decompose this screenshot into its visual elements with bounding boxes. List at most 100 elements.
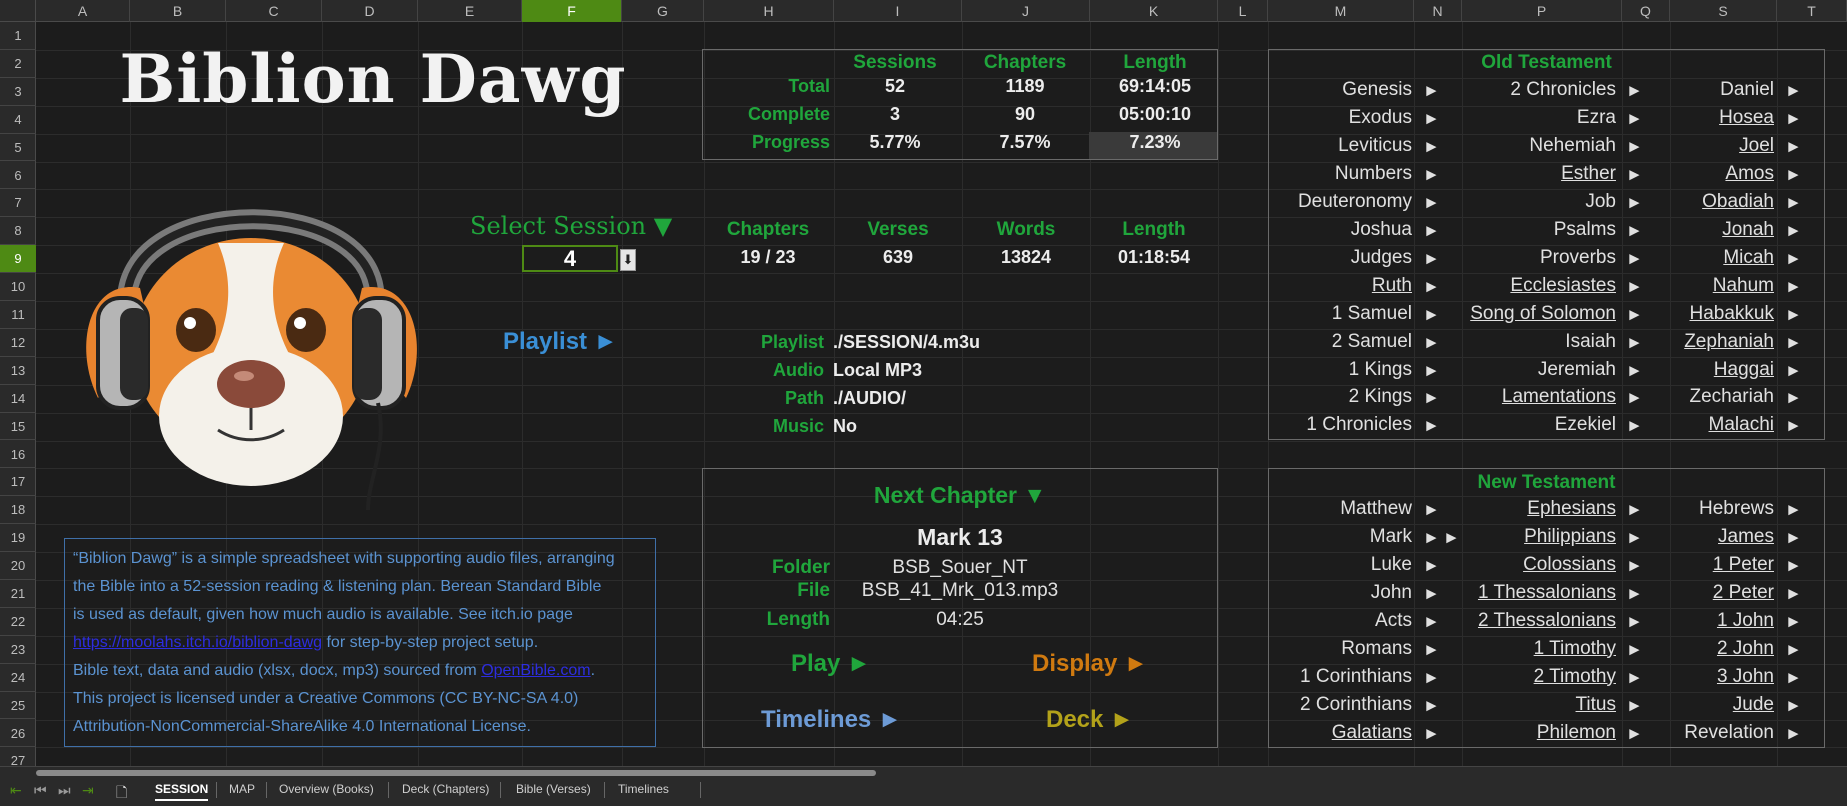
column-header-q[interactable]: Q: [1622, 0, 1670, 22]
play-arrow-icon[interactable]: ►: [1785, 221, 1802, 241]
play-arrow-icon[interactable]: ►: [1785, 277, 1802, 297]
play-arrow-icon[interactable]: ►: [1423, 109, 1440, 129]
book-link[interactable]: Ecclesiastes: [1440, 275, 1616, 297]
sheet-tab-session[interactable]: SESSION: [155, 782, 209, 801]
play-arrow-icon[interactable]: ►: [1626, 249, 1643, 269]
book-link[interactable]: Hosea: [1648, 107, 1774, 129]
deck-button[interactable]: Deck ►: [1046, 706, 1134, 734]
book-link[interactable]: Hebrews: [1648, 498, 1774, 520]
book-link[interactable]: 1 Chronicles: [1280, 414, 1412, 436]
row-header-21[interactable]: 21: [0, 580, 36, 608]
row-header-24[interactable]: 24: [0, 664, 36, 692]
row-header-23[interactable]: 23: [0, 636, 36, 664]
play-arrow-icon[interactable]: ►: [1785, 416, 1802, 436]
playlist-link[interactable]: Playlist ►: [503, 328, 617, 356]
row-header-2[interactable]: 2: [0, 50, 36, 78]
book-link[interactable]: Song of Solomon: [1440, 303, 1616, 325]
play-arrow-icon[interactable]: ►: [1423, 165, 1440, 185]
session-select-cell[interactable]: 4: [522, 245, 618, 272]
book-link[interactable]: Obadiah: [1648, 191, 1774, 213]
play-arrow-icon[interactable]: ►: [1423, 361, 1440, 381]
book-link[interactable]: 1 Kings: [1280, 359, 1412, 381]
column-header-d[interactable]: D: [322, 0, 418, 22]
row-header-7[interactable]: 7: [0, 189, 36, 218]
column-header-j[interactable]: J: [962, 0, 1090, 22]
prev-sheet-icon[interactable]: ⏮: [34, 782, 47, 799]
book-link[interactable]: Jeremiah: [1440, 359, 1616, 381]
play-arrow-icon[interactable]: ►: [1626, 193, 1643, 213]
column-header-a[interactable]: A: [36, 0, 130, 22]
book-link[interactable]: 1 Samuel: [1280, 303, 1412, 325]
play-arrow-icon[interactable]: ►: [1423, 556, 1440, 576]
play-arrow-icon[interactable]: ►: [1423, 221, 1440, 241]
row-header-5[interactable]: 5: [0, 134, 36, 162]
book-link[interactable]: 2 Samuel: [1280, 331, 1412, 353]
play-arrow-icon[interactable]: ►: [1423, 584, 1440, 604]
book-link[interactable]: Jude: [1648, 694, 1774, 716]
first-sheet-icon[interactable]: ⇤: [10, 782, 22, 799]
book-link[interactable]: Titus: [1440, 694, 1616, 716]
sheet-tab-map[interactable]: MAP: [229, 782, 255, 796]
sheet-tab-deck-chapters[interactable]: Deck (Chapters): [402, 782, 489, 796]
play-arrow-icon[interactable]: ►: [1785, 388, 1802, 408]
play-arrow-icon[interactable]: ►: [1785, 137, 1802, 157]
book-link[interactable]: 1 Peter: [1648, 554, 1774, 576]
play-arrow-icon[interactable]: ►: [1423, 724, 1440, 744]
play-arrow-icon[interactable]: ►: [1785, 193, 1802, 213]
play-arrow-icon[interactable]: ►: [1626, 612, 1643, 632]
book-link[interactable]: Numbers: [1280, 163, 1412, 185]
dropdown-arrow-icon[interactable]: ⬇: [620, 249, 636, 271]
row-header-20[interactable]: 20: [0, 552, 36, 580]
play-arrow-icon[interactable]: ►: [1626, 416, 1643, 436]
book-link[interactable]: Lamentations: [1440, 386, 1616, 408]
play-arrow-icon[interactable]: ►: [1626, 500, 1643, 520]
row-header-18[interactable]: 18: [0, 496, 36, 525]
play-arrow-icon[interactable]: ►: [1423, 416, 1440, 436]
book-link[interactable]: 1 Thessalonians: [1440, 582, 1616, 604]
row-header-13[interactable]: 13: [0, 357, 36, 385]
sheet-tab-timelines[interactable]: Timelines: [618, 782, 669, 796]
book-link[interactable]: Ruth: [1280, 275, 1412, 297]
play-arrow-icon[interactable]: ►: [1785, 249, 1802, 269]
openbible-link[interactable]: OpenBible.com: [481, 662, 590, 679]
book-link[interactable]: Haggai: [1648, 359, 1774, 381]
book-link[interactable]: Genesis: [1280, 79, 1412, 101]
book-link[interactable]: Ezra: [1440, 107, 1616, 129]
row-header-15[interactable]: 15: [0, 413, 36, 441]
book-link[interactable]: Colossians: [1440, 554, 1616, 576]
row-header-17[interactable]: 17: [0, 468, 36, 497]
play-arrow-icon[interactable]: ►: [1626, 556, 1643, 576]
play-arrow-icon[interactable]: ►: [1626, 333, 1643, 353]
book-link[interactable]: Zephaniah: [1648, 331, 1774, 353]
book-link[interactable]: Isaiah: [1440, 331, 1616, 353]
row-header-9[interactable]: 9: [0, 245, 36, 274]
book-link[interactable]: 2 John: [1648, 638, 1774, 660]
row-header-8[interactable]: 8: [0, 217, 36, 246]
column-header-l[interactable]: L: [1218, 0, 1268, 22]
play-arrow-icon[interactable]: ►: [1626, 277, 1643, 297]
play-arrow-icon[interactable]: ►: [1626, 668, 1643, 688]
book-link[interactable]: 2 Thessalonians: [1440, 610, 1616, 632]
play-arrow-icon[interactable]: ►: [1785, 696, 1802, 716]
play-arrow-icon[interactable]: ►: [1785, 333, 1802, 353]
column-header-b[interactable]: B: [130, 0, 226, 22]
play-arrow-icon[interactable]: ►: [1423, 528, 1440, 548]
book-link[interactable]: Micah: [1648, 247, 1774, 269]
sheet-tab-bible-verses[interactable]: Bible (Verses): [516, 782, 591, 796]
play-arrow-icon[interactable]: ►: [1423, 388, 1440, 408]
row-header-22[interactable]: 22: [0, 608, 36, 636]
column-header-f[interactable]: F: [522, 0, 622, 22]
book-link[interactable]: 1 Timothy: [1440, 638, 1616, 660]
play-arrow-icon[interactable]: ►: [1626, 528, 1643, 548]
play-arrow-icon[interactable]: ►: [1423, 333, 1440, 353]
next-sheet-icon[interactable]: ⏭: [58, 782, 71, 799]
book-link[interactable]: Habakkuk: [1648, 303, 1775, 325]
book-link[interactable]: Acts: [1280, 610, 1412, 632]
book-link[interactable]: 2 Chronicles: [1440, 79, 1616, 101]
play-arrow-icon[interactable]: ►: [1423, 249, 1440, 269]
row-header-12[interactable]: 12: [0, 329, 36, 357]
play-arrow-icon[interactable]: ►: [1423, 696, 1440, 716]
book-link[interactable]: Philemon: [1440, 722, 1616, 744]
play-arrow-icon[interactable]: ►: [1626, 696, 1643, 716]
row-header-3[interactable]: 3: [0, 78, 36, 106]
